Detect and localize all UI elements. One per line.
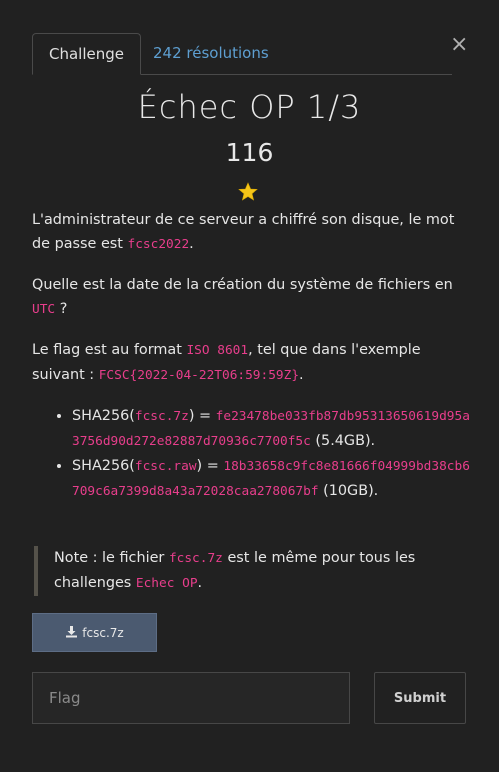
challenge-description: L'administrateur de ce serveur a chiffré… — [32, 208, 472, 520]
tab-solves[interactable]: 242 résolutions — [137, 33, 285, 74]
tab-bar: Challenge 242 résolutions — [32, 33, 452, 75]
download-button[interactable]: fcsc.7z — [32, 613, 157, 652]
challenge-title: Échec OP 1/3 — [137, 88, 362, 126]
download-label: fcsc.7z — [82, 625, 124, 640]
inline-code: fcsc2022 — [127, 237, 190, 252]
description-paragraph-2: Quelle est la date de la création du sys… — [32, 277, 453, 317]
description-paragraph-1: L'administrateur de ce serveur a chiffré… — [32, 212, 455, 252]
download-icon — [65, 625, 78, 641]
list-item: SHA256(fcsc.7z) = fe23478be033fb87db9531… — [72, 404, 472, 454]
inline-code: ISO 8601 — [186, 343, 249, 358]
description-paragraph-3: Le flag est au format ISO 8601, tel que … — [32, 342, 421, 383]
challenge-points: 116 — [225, 138, 274, 167]
close-icon[interactable]: × — [450, 34, 468, 56]
tab-challenge[interactable]: Challenge — [32, 33, 141, 75]
note-blockquote: Note : le fichier fcsc.7z est le même po… — [34, 546, 454, 596]
hash-list: SHA256(fcsc.7z) = fe23478be033fb87db9531… — [32, 404, 472, 504]
flag-input[interactable] — [32, 672, 350, 724]
inline-code: UTC — [32, 302, 56, 317]
list-item: SHA256(fcsc.raw) = 18b33658c9fc8e81666f0… — [72, 454, 472, 504]
star-icon — [238, 182, 258, 202]
inline-code: FCSC{2022-04-22T06:59:59Z} — [98, 368, 300, 383]
submit-button[interactable]: Submit — [374, 672, 466, 724]
